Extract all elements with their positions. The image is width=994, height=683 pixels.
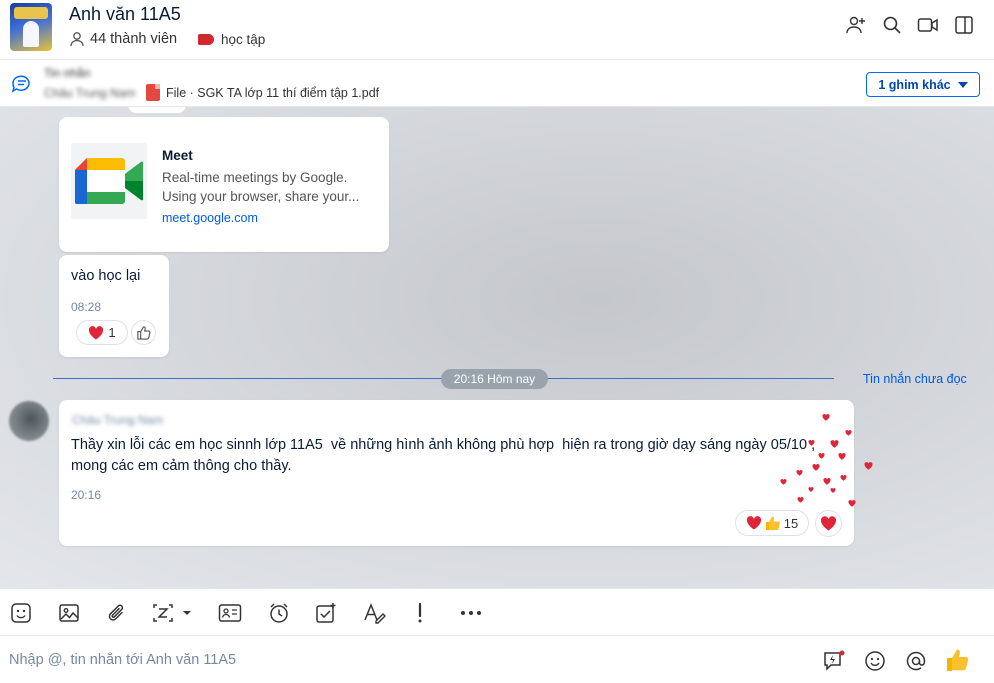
text-format-icon[interactable] — [363, 601, 387, 625]
like-icon — [137, 326, 151, 340]
group-tag[interactable]: học tập — [198, 32, 265, 47]
more-pins-button[interactable]: 1 ghim khác — [866, 72, 980, 97]
reminder-icon[interactable] — [268, 601, 290, 625]
message-text: vào học lại — [71, 268, 141, 284]
message-input[interactable] — [0, 645, 800, 675]
message-text: Thầy xin lỗi các em học sinnh lớp 11A5 v… — [71, 437, 816, 453]
heart-icon — [796, 470, 803, 476]
link-preview-card[interactable]: Meet Real-time meetings by Google. Using… — [59, 117, 389, 252]
emoji-icon[interactable] — [863, 649, 887, 673]
group-name[interactable]: Anh văn 11A5 — [69, 4, 181, 25]
attachment-icon[interactable] — [106, 601, 128, 625]
more-icon[interactable] — [459, 601, 483, 625]
pinned-message-icon — [10, 72, 34, 101]
pdf-file-icon — [146, 84, 160, 101]
heart-icon — [820, 516, 837, 531]
heart-icon — [840, 475, 847, 481]
image-icon[interactable] — [58, 601, 80, 625]
pinned-file: File · SGK TA lớp 11 thí điểm tập 1.pdf — [166, 86, 380, 100]
avatar[interactable] — [9, 401, 49, 441]
message-list[interactable]: Meet Real-time meetings by Google. Using… — [0, 107, 994, 588]
message-text: mong các em cảm thông cho thầy. — [71, 458, 292, 474]
react-button[interactable] — [131, 320, 156, 345]
chat-header: Anh văn 11A5 44 thành viên học tập — [0, 0, 994, 60]
heart-icon — [808, 487, 814, 492]
like-icon[interactable] — [944, 646, 972, 674]
heart-icon — [823, 478, 831, 485]
add-member-icon[interactable] — [844, 13, 868, 37]
heart-icon — [89, 325, 104, 339]
screenshot-icon[interactable] — [152, 601, 192, 625]
react-button[interactable] — [815, 510, 842, 537]
sender-name: Châu Trung Nam — [72, 413, 164, 427]
more-pins-label: 1 ghim khác — [878, 77, 951, 92]
user-icon — [70, 32, 84, 47]
quick-message-icon[interactable] — [822, 649, 846, 673]
composer-toolbar — [0, 588, 994, 636]
tag-label: học tập — [221, 32, 266, 47]
sticker-icon[interactable] — [10, 601, 32, 625]
card-link[interactable]: meet.google.com — [162, 211, 258, 225]
message-time: 20:16 — [71, 488, 102, 502]
urgent-icon[interactable] — [414, 601, 426, 625]
heart-icon — [780, 479, 787, 485]
group-avatar[interactable] — [10, 3, 52, 51]
message-bubble[interactable]: Châu Trung Nam Thầy xin lỗi các em học s… — [59, 400, 854, 546]
video-call-icon[interactable] — [916, 13, 940, 37]
message-time: 08:28 — [71, 300, 102, 314]
heart-icon — [848, 500, 856, 507]
unread-divider — [53, 378, 443, 379]
tag-icon — [198, 34, 214, 45]
member-count-label: 44 thành viên — [90, 31, 178, 47]
unread-divider — [546, 378, 834, 379]
member-count[interactable]: 44 thành viên — [69, 31, 177, 47]
reaction-count: 15 — [783, 515, 799, 531]
reaction-count: 1 — [108, 325, 116, 340]
card-description: Real-time meetings by Google. — [162, 170, 348, 185]
unread-label[interactable]: Tin nhắn chưa đọc — [863, 372, 967, 386]
thumbs-up-emoji-icon — [765, 516, 780, 530]
reaction-summary[interactable]: 1 — [76, 320, 128, 345]
pinned-bar[interactable]: Tin nhắn Châu Trung Nam File · SGK TA lớ… — [0, 61, 994, 107]
date-separator: 20:16 Hôm nay — [441, 369, 548, 389]
heart-icon — [808, 440, 815, 446]
heart-icon — [822, 414, 830, 421]
card-title: Meet — [162, 148, 193, 163]
google-meet-icon — [71, 143, 147, 219]
sidebar-toggle-icon[interactable] — [952, 13, 976, 37]
heart-icon — [746, 516, 761, 530]
chevron-down-icon — [957, 81, 968, 88]
card-description: Using your browser, share your... — [162, 189, 360, 204]
heart-icon — [838, 453, 846, 460]
pinned-title: Tin nhắn — [44, 66, 91, 80]
heart-icon — [797, 497, 804, 503]
message-bubble[interactable]: vào học lại 08:28 1 — [59, 255, 169, 357]
heart-icon — [812, 464, 820, 471]
composer — [0, 637, 994, 683]
previous-message-stub — [128, 107, 186, 113]
mention-icon[interactable] — [904, 649, 928, 673]
search-icon[interactable] — [880, 13, 904, 37]
heart-icon — [818, 453, 825, 459]
heart-icon — [864, 462, 873, 470]
task-icon[interactable] — [315, 601, 337, 625]
pinned-sender: Châu Trung Nam — [44, 86, 136, 100]
heart-icon — [830, 440, 839, 448]
heart-icon — [845, 430, 852, 436]
business-card-icon[interactable] — [218, 601, 242, 625]
reaction-summary[interactable]: 15 — [735, 510, 809, 536]
heart-icon — [830, 488, 836, 493]
